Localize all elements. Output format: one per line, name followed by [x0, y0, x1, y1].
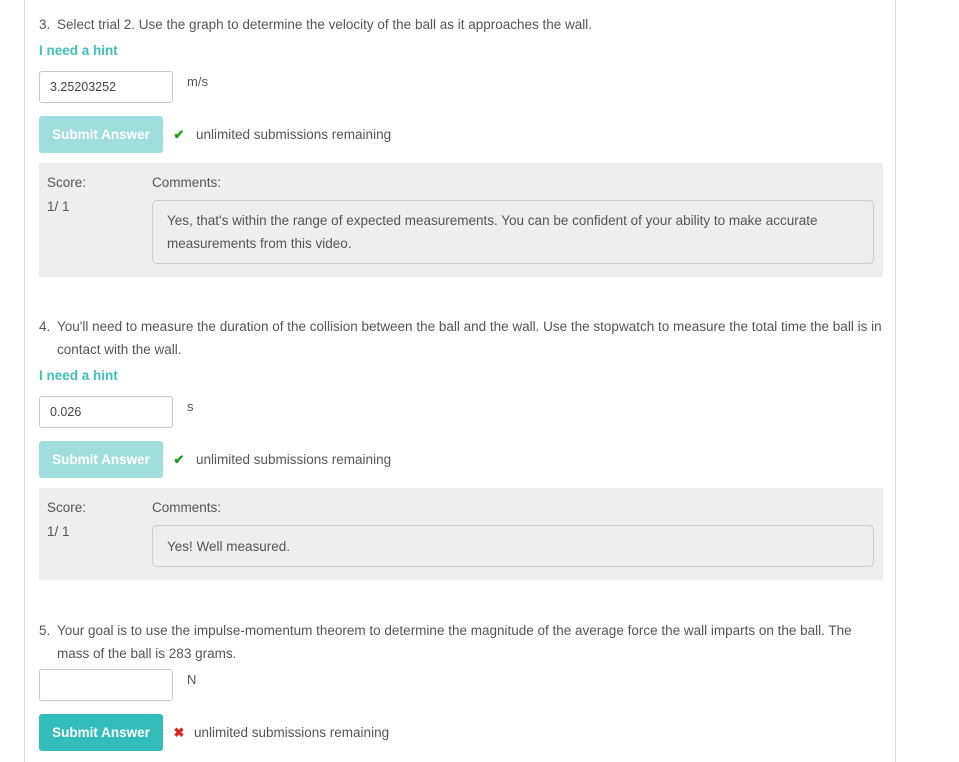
unit-label: m/s — [187, 74, 208, 89]
question-text: You'll need to measure the duration of t… — [57, 319, 882, 357]
comments-label: Comments: — [152, 175, 222, 190]
question-number: 5. — [39, 623, 51, 638]
score-label: Score: — [47, 500, 87, 515]
checkmark-icon: ✔ — [173, 451, 185, 467]
x-mark-icon: ✖ — [173, 724, 185, 740]
question-prompt: 4. You'll need to measure the duration o… — [39, 315, 884, 361]
feedback-panel: Score: 1/ 1 Comments: Yes, that's within… — [39, 163, 883, 277]
comment-text: Yes! Well measured. — [152, 525, 874, 567]
submissions-remaining: unlimited submissions remaining — [196, 452, 392, 467]
submissions-remaining: unlimited submissions remaining — [194, 725, 390, 740]
answer-input[interactable] — [39, 669, 173, 701]
score-value: 1/ 1 — [47, 199, 70, 214]
score-value: 1/ 1 — [47, 524, 70, 539]
question-3: 3. Select trial 2. Use the graph to dete… — [39, 13, 884, 277]
submit-answer-button[interactable]: Submit Answer — [39, 116, 163, 153]
hint-link[interactable]: I need a hint — [39, 42, 118, 60]
unit-label: s — [187, 399, 194, 414]
hint-link[interactable]: I need a hint — [39, 367, 118, 385]
answer-input[interactable] — [39, 71, 173, 103]
question-text: Select trial 2. Use the graph to determi… — [57, 17, 593, 32]
comment-text: Yes, that's within the range of expected… — [152, 200, 874, 264]
checkmark-icon: ✔ — [173, 126, 185, 142]
question-4: 4. You'll need to measure the duration o… — [39, 315, 884, 580]
question-5: 5. Your goal is to use the impulse-momen… — [39, 619, 884, 751]
question-prompt: 5. Your goal is to use the impulse-momen… — [39, 619, 884, 665]
submit-answer-button[interactable]: Submit Answer — [39, 441, 163, 478]
comments-label: Comments: — [152, 500, 222, 515]
question-number: 4. — [39, 319, 51, 334]
submissions-remaining: unlimited submissions remaining — [196, 127, 392, 142]
answer-input[interactable] — [39, 396, 173, 428]
question-number: 3. — [39, 17, 51, 32]
assignment-page: 3. Select trial 2. Use the graph to dete… — [24, 0, 896, 762]
score-label: Score: — [47, 175, 87, 190]
question-text: Your goal is to use the impulse-momentum… — [57, 623, 852, 661]
unit-label: N — [187, 672, 197, 687]
feedback-panel: Score: 1/ 1 Comments: Yes! Well measured… — [39, 488, 883, 580]
submit-answer-button[interactable]: Submit Answer — [39, 714, 163, 751]
question-prompt: 3. Select trial 2. Use the graph to dete… — [39, 13, 884, 36]
